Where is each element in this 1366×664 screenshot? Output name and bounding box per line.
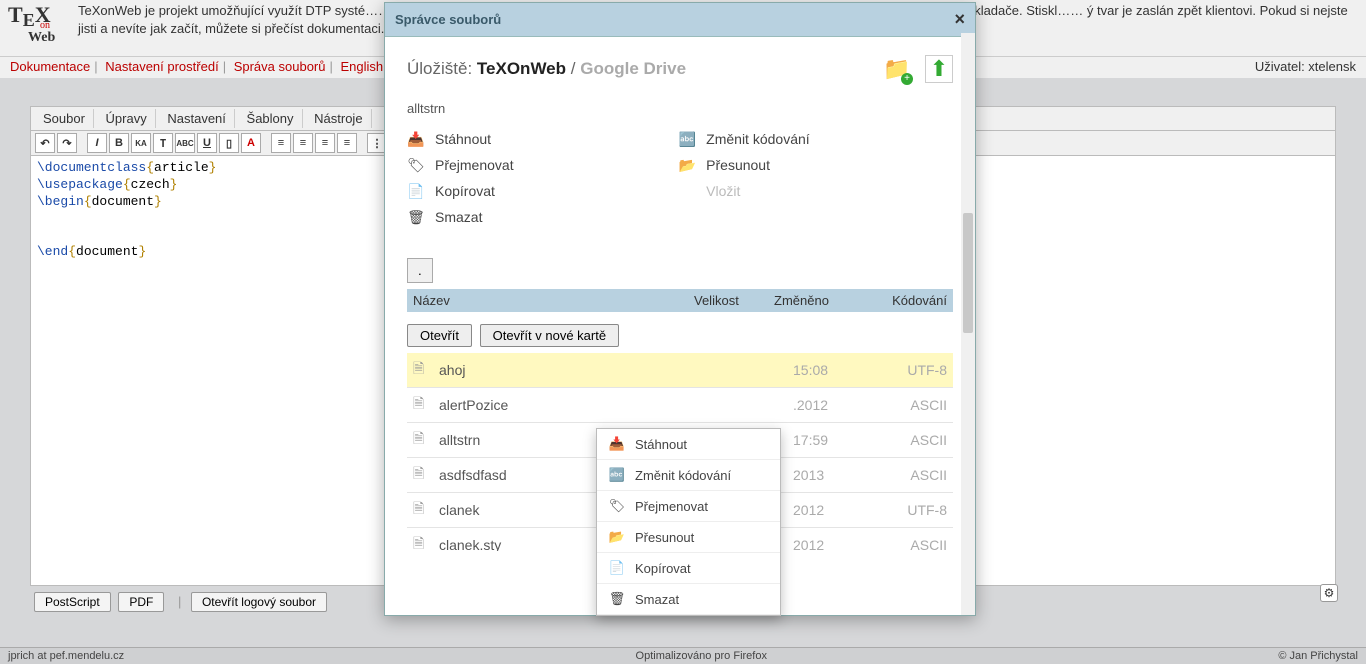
upload-icon[interactable]: ⬆: [925, 55, 953, 83]
ctx-move[interactable]: 📂Přesunout: [597, 522, 780, 553]
file-encoding: ASCII: [887, 397, 947, 413]
col-encoding[interactable]: Kódování: [868, 289, 953, 312]
col-modified[interactable]: Změněno: [768, 289, 868, 312]
underline-icon[interactable]: U: [197, 133, 217, 153]
menu-file[interactable]: Soubor: [35, 109, 94, 128]
file-modified: 17:59: [793, 432, 887, 448]
file-icon: 🗎: [413, 428, 429, 452]
file-icon: 🗎: [413, 498, 429, 522]
undo-icon[interactable]: ↶: [35, 133, 55, 153]
selected-filename: alltstrn: [407, 101, 953, 116]
ctx-delete[interactable]: 🗑Smazat: [597, 584, 780, 615]
action-copy[interactable]: 📄Kopírovat: [407, 178, 658, 204]
action-delete[interactable]: 🗑Smazat: [407, 204, 658, 230]
menu-settings[interactable]: Nastavení: [159, 109, 235, 128]
file-modified: 2012: [793, 502, 887, 518]
file-row[interactable]: 🗎 alertPozice .2012ASCII: [407, 388, 953, 423]
footer-copyright: © Jan Přichystal: [1278, 650, 1358, 662]
rename-icon: 🏷: [609, 498, 625, 514]
file-icon: 🗎: [413, 358, 429, 382]
page-footer: jprich at pef.mendelu.cz Optimalizováno …: [0, 647, 1366, 664]
ctx-rename[interactable]: 🏷Přejmenovat: [597, 491, 780, 522]
nav-documentation[interactable]: Dokumentace: [10, 59, 90, 74]
rename-icon: 🏷: [407, 157, 425, 173]
smallcaps-icon[interactable]: KA: [131, 133, 151, 153]
italic-icon[interactable]: I: [87, 133, 107, 153]
file-list-header: Název Velikost Změněno Kódování: [407, 289, 953, 312]
delete-icon: 🗑: [609, 591, 625, 607]
file-icon: 🗎: [413, 393, 429, 417]
copy-icon: 📄: [609, 560, 625, 576]
file-name: ahoj: [439, 362, 719, 378]
move-icon: 📂: [609, 529, 625, 545]
file-icon: 🗎: [413, 463, 429, 487]
ctx-encoding[interactable]: 🔤Změnit kódování: [597, 460, 780, 491]
action-encoding[interactable]: 🔤Změnit kódování: [678, 126, 929, 152]
new-folder-icon[interactable]: 📁: [883, 55, 911, 83]
download-icon: 📥: [407, 131, 425, 147]
file-encoding: ASCII: [887, 432, 947, 448]
action-download[interactable]: 📥Stáhnout: [407, 126, 658, 152]
nav-files[interactable]: Správa souborů: [234, 59, 326, 74]
col-name[interactable]: Název: [407, 289, 688, 312]
file-modified: .2012: [793, 397, 887, 413]
file-name: alertPozice: [439, 397, 719, 413]
nav-settings[interactable]: Nastavení prostředí: [105, 59, 218, 74]
footer-email: jprich at pef.mendelu.cz: [8, 650, 124, 662]
file-modified: 2012: [793, 537, 887, 551]
bold-icon[interactable]: B: [109, 133, 129, 153]
file-encoding: ASCII: [887, 537, 947, 551]
dialog-title-bar: Správce souborů ×: [385, 3, 975, 37]
pdf-button[interactable]: PDF: [118, 592, 164, 612]
highlight-icon[interactable]: A: [241, 133, 261, 153]
file-encoding: UTF-8: [887, 362, 947, 378]
gear-icon[interactable]: ⚙: [1320, 584, 1338, 602]
encoding-icon: 🔤: [678, 131, 696, 147]
storage-googledrive[interactable]: Google Drive: [580, 59, 686, 78]
menu-tools[interactable]: Nástroje: [306, 109, 371, 128]
col-size[interactable]: Velikost: [688, 289, 768, 312]
file-encoding: UTF-8: [887, 502, 947, 518]
file-modified: 2013: [793, 467, 887, 483]
align-left-icon[interactable]: ≡: [271, 133, 291, 153]
open-button[interactable]: Otevřít: [407, 324, 472, 347]
open-new-tab-button[interactable]: Otevřít v nové kartě: [480, 324, 619, 347]
open-log-button[interactable]: Otevřít logový soubor: [191, 592, 327, 612]
move-icon: 📂: [678, 157, 696, 173]
textcolor-icon[interactable]: ▯: [219, 133, 239, 153]
dialog-scrollbar[interactable]: [961, 33, 975, 615]
menu-edit[interactable]: Úpravy: [98, 109, 156, 128]
download-icon: 📥: [609, 436, 625, 452]
action-move[interactable]: 📂Přesunout: [678, 152, 929, 178]
file-encoding: ASCII: [887, 467, 947, 483]
ctx-copy[interactable]: 📄Kopírovat: [597, 553, 780, 584]
redo-icon[interactable]: ↷: [57, 133, 77, 153]
delete-icon: 🗑: [407, 209, 425, 225]
postscript-button[interactable]: PostScript: [34, 592, 111, 612]
fontsize-icon[interactable]: ABC: [175, 133, 195, 153]
parent-dir-button[interactable]: .: [407, 258, 433, 283]
user-label: Uživatel: xtelensk: [1255, 59, 1356, 74]
action-paste: Vložit: [678, 178, 929, 204]
align-center-icon[interactable]: ≡: [293, 133, 313, 153]
align-justify-icon[interactable]: ≡: [337, 133, 357, 153]
file-row[interactable]: 🗎 ahoj 15:08UTF-8: [407, 353, 953, 388]
close-icon[interactable]: ×: [954, 9, 965, 30]
context-menu: 📥Stáhnout 🔤Změnit kódování 🏷Přejmenovat …: [596, 428, 781, 616]
copy-icon: 📄: [407, 183, 425, 199]
storage-breadcrumb: Úložiště: TeXOnWeb / Google Drive: [407, 59, 686, 79]
dialog-title: Správce souborů: [395, 12, 501, 27]
footer-browser: Optimalizováno pro Firefox: [636, 650, 767, 662]
nav-english[interactable]: English: [341, 59, 384, 74]
logo: TEX on Web: [8, 2, 68, 52]
menu-templates[interactable]: Šablony: [239, 109, 303, 128]
encoding-icon: 🔤: [609, 467, 625, 483]
align-right-icon[interactable]: ≡: [315, 133, 335, 153]
file-icon: 🗎: [413, 533, 429, 551]
ctx-download[interactable]: 📥Stáhnout: [597, 429, 780, 460]
file-modified: 15:08: [793, 362, 887, 378]
typewriter-icon[interactable]: T: [153, 133, 173, 153]
action-rename[interactable]: 🏷Přejmenovat: [407, 152, 658, 178]
paste-icon: [678, 183, 696, 199]
